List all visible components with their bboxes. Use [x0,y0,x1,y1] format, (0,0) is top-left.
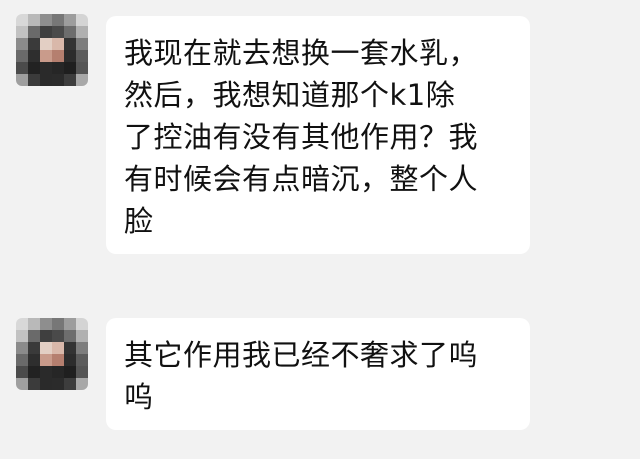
avatar-mosaic-cell [64,50,76,62]
message-text-line: 有时候会有点暗沉，整个人 [124,162,479,196]
avatar-mosaic-cell [64,38,76,50]
avatar-mosaic-cell [16,38,28,50]
avatar-mosaic-cell [52,378,64,390]
avatar-mosaic-cell [76,354,88,366]
avatar-mosaic-cell [64,366,76,378]
message-bubble[interactable]: 我现在就去想换一套水乳， 然后，我想知道那个k1除 了控油有没有其他作用？我 有… [106,16,530,254]
avatar-mosaic-cell [76,26,88,38]
avatar-mosaic-cell [76,38,88,50]
avatar-mosaic-cell [52,50,64,62]
avatar-mosaic-cell [64,26,76,38]
avatar-mosaic-cell [76,14,88,26]
avatar-mosaic-cell [40,62,52,74]
avatar-mosaic-cell [40,50,52,62]
avatar-mosaic-cell [16,366,28,378]
message-text-line: 我现在就去想换一套水乳， [124,36,479,70]
avatar-mosaic-cell [40,342,52,354]
message-text-line: 呜 [124,380,154,414]
message-text-line: 脸 [124,204,154,238]
avatar-mosaic-cell [76,330,88,342]
avatar-mosaic-cell [64,342,76,354]
message-text-line: 其它作用我已经不奢求了呜 [124,338,479,372]
message-text-line: 了控油有没有其他作用？我 [124,120,479,154]
avatar-mosaic-cell [28,366,40,378]
avatar-mosaic-cell [28,50,40,62]
avatar-mosaic-cell [40,318,52,330]
avatar-mosaic-cell [40,14,52,26]
avatar-mosaic-cell [28,342,40,354]
avatar-mosaic-cell [28,330,40,342]
avatar-mosaic-cell [40,38,52,50]
avatar-mosaic-cell [52,74,64,86]
avatar-mosaic-cell [52,354,64,366]
avatar-mosaic-cell [16,50,28,62]
avatar-mosaic-cell [64,318,76,330]
avatar-mosaic-cell [52,14,64,26]
avatar-mosaic-cell [76,62,88,74]
avatar-mosaic-cell [40,74,52,86]
avatar-mosaic-cell [40,378,52,390]
avatar-mosaic-cell [16,318,28,330]
avatar-mosaic-cell [16,14,28,26]
avatar[interactable] [16,318,88,390]
avatar-mosaic-cell [16,26,28,38]
avatar-mosaic-cell [28,354,40,366]
avatar-mosaic-cell [28,318,40,330]
avatar-mosaic-cell [76,342,88,354]
avatar-mosaic-cell [40,366,52,378]
avatar-mosaic-cell [16,354,28,366]
avatar-mosaic-cell [16,62,28,74]
avatar-mosaic-cell [64,14,76,26]
avatar-mosaic-cell [40,354,52,366]
message-bubble[interactable]: 其它作用我已经不奢求了呜 呜 [106,318,530,430]
avatar[interactable] [16,14,88,86]
avatar-mosaic-cell [28,74,40,86]
avatar-mosaic-cell [52,26,64,38]
avatar-mosaic-cell [52,62,64,74]
avatar-mosaic-cell [52,38,64,50]
avatar-mosaic-cell [16,330,28,342]
avatar-mosaic-cell [16,342,28,354]
avatar-mosaic-cell [76,74,88,86]
avatar-mosaic-cell [40,26,52,38]
message-text-line: 然后，我想知道那个k1除 [124,78,456,112]
avatar-mosaic-cell [76,50,88,62]
avatar-mosaic-cell [64,330,76,342]
avatar-mosaic-cell [64,378,76,390]
avatar-mosaic-cell [64,354,76,366]
avatar-mosaic-cell [28,62,40,74]
avatar-mosaic-cell [52,366,64,378]
avatar-mosaic-cell [52,318,64,330]
avatar-mosaic-cell [40,330,52,342]
avatar-mosaic-cell [28,38,40,50]
avatar-mosaic-cell [76,318,88,330]
avatar-mosaic-cell [16,74,28,86]
avatar-mosaic-cell [28,26,40,38]
avatar-mosaic-cell [64,62,76,74]
avatar-mosaic-cell [64,74,76,86]
avatar-mosaic-cell [76,366,88,378]
avatar-mosaic-cell [52,330,64,342]
avatar-mosaic-cell [76,378,88,390]
avatar-mosaic-cell [28,378,40,390]
avatar-mosaic-cell [28,14,40,26]
avatar-mosaic-cell [16,378,28,390]
avatar-mosaic-cell [52,342,64,354]
